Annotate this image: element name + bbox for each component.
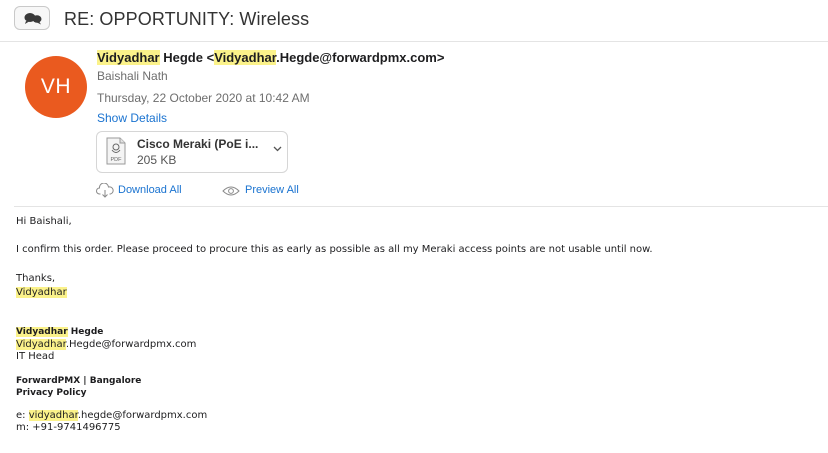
sent-date: Thursday, 22 October 2020 at 10:42 AM xyxy=(97,91,310,105)
eye-icon xyxy=(222,186,240,196)
signature-name-highlight: Vidyadhar xyxy=(16,327,68,337)
greeting: Hi Baishali, xyxy=(16,216,72,227)
preview-all-label: Preview All xyxy=(245,184,299,196)
chevron-down-icon[interactable] xyxy=(273,146,282,152)
show-details-link[interactable]: Show Details xyxy=(97,111,167,125)
avatar: VH xyxy=(25,56,87,118)
sender-email-rest: .Hegde@forwardpmx.com> xyxy=(276,50,445,65)
pdf-icon-label: PDF xyxy=(111,157,123,163)
privacy-policy-link[interactable]: Privacy Policy xyxy=(16,388,87,398)
signature-company: ForwardPMX | Bangalore xyxy=(16,376,142,386)
email-subject: RE: OPPORTUNITY: Wireless xyxy=(64,9,310,29)
email-label: e: xyxy=(16,410,29,421)
closing-name-line: Vidyadhar xyxy=(16,287,67,298)
cloud-download-icon xyxy=(96,183,114,198)
sender-first-name: Vidyadhar xyxy=(97,50,160,65)
sender-line: Vidyadhar Hegde <Vidyadhar.Hegde@forward… xyxy=(97,50,444,65)
conversation-bubbles-icon[interactable] xyxy=(14,6,50,30)
sender-email-highlight: Vidyadhar xyxy=(214,50,277,65)
signature-name-rest: Hegde xyxy=(67,327,104,337)
signature-name: Vidyadhar Hegde xyxy=(16,327,103,337)
signature-phone: m: +91-9741496775 xyxy=(16,422,121,433)
message-header: RE: OPPORTUNITY: Wireless xyxy=(0,0,828,42)
download-all-button[interactable]: Download All xyxy=(96,183,196,199)
signature-email-highlight: Vidyadhar xyxy=(16,339,66,350)
header-divider xyxy=(14,206,828,207)
recipient: Baishali Nath xyxy=(97,69,168,83)
signature-email[interactable]: Vidyadhar.Hegde@forwardpmx.com xyxy=(16,339,196,350)
signature-email-rest: .Hegde@forwardpmx.com xyxy=(65,339,197,350)
pdf-file-icon: PDF xyxy=(106,137,126,165)
message-body: I confirm this order. Please proceed to … xyxy=(16,244,653,255)
closing-name: Vidyadhar xyxy=(16,287,67,298)
sender-last-name: Hegde xyxy=(159,50,207,65)
download-all-label: Download All xyxy=(118,184,182,196)
email-highlight: vidyadhar xyxy=(28,410,78,421)
attachment-size: 205 KB xyxy=(137,153,177,167)
attachment-card[interactable]: PDF Cisco Meraki (PoE i... 205 KB xyxy=(96,131,288,173)
attachment-name: Cisco Meraki (PoE i... xyxy=(137,137,259,151)
closing: Thanks, xyxy=(16,273,56,284)
email-rest: .hegde@forwardpmx.com xyxy=(77,410,208,421)
preview-all-button[interactable]: Preview All xyxy=(222,183,312,199)
signature-email-line[interactable]: e: vidyadhar.hegde@forwardpmx.com xyxy=(16,410,207,421)
signature-title: IT Head xyxy=(16,351,55,362)
